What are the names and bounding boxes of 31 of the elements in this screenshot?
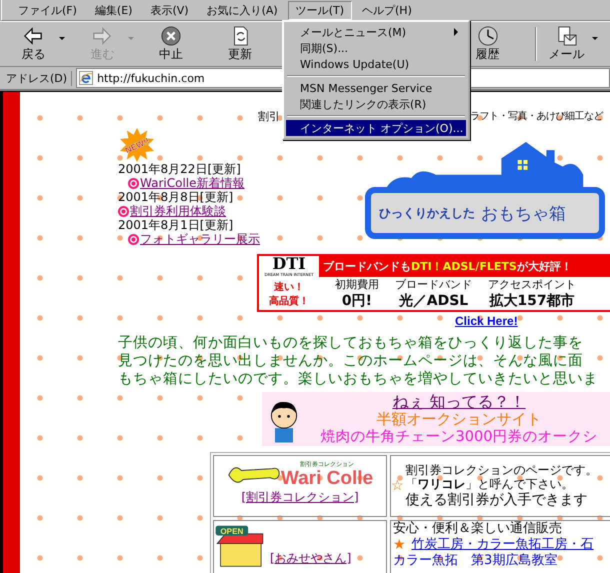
- star-icon: ☆: [391, 478, 404, 494]
- banner-value: 0円!: [342, 292, 372, 310]
- intro-paragraph-line: 見つけたのを思い出しませんか。このホームページは、そんな風に面: [118, 352, 584, 370]
- update-date: 2001年8月22日[更新]: [118, 162, 241, 176]
- banner-value: 光／ADSL: [398, 292, 468, 310]
- banner-tagline: 高品質！: [269, 294, 309, 308]
- banner-value: 拡大157都市: [489, 292, 575, 310]
- update-date: 2001年8月1日[更新]: [118, 218, 234, 232]
- shop-drawing: OPEN: [214, 525, 266, 567]
- address-label: アドレス(D): [6, 70, 72, 86]
- intro-paragraph-line: 子供の頃、何か面白いものを探しておもちゃ箱をひっくり返した事を: [118, 334, 584, 352]
- notice-text: 焼肉の牛角チェーン3000円券のオークシ: [320, 428, 598, 447]
- section-text: 安心・便利＆楽しい通信販売: [393, 521, 563, 537]
- banner-heading: アクセスポイント: [488, 277, 576, 292]
- wari-colle-logo: Wari Colle: [280, 469, 374, 489]
- intro-text: 割引: [258, 108, 280, 124]
- banner-tagline: 速い！: [274, 280, 304, 294]
- intro-paragraph-line: もちゃ箱にしたいのです。楽しいおもちゃを増やしていきたいと思いま: [118, 370, 599, 388]
- logo-text: おもちゃ箱: [481, 202, 566, 224]
- section-text: 使える割引券が入手できます: [406, 491, 589, 509]
- banner-heading: 初期費用: [335, 277, 379, 292]
- logo-text: ひっくりかえした: [379, 204, 475, 222]
- update-date: 2001年8月8日[更新]: [118, 190, 234, 204]
- section-text: 「ワリコレ」と呼んで下さい。: [406, 477, 575, 491]
- notice-text: 半額オークションサイト: [376, 411, 542, 428]
- section-text: カラー魚拓 第3期広島教室: [393, 553, 558, 569]
- banner-heading: ブロードバンド: [395, 277, 472, 292]
- star-icon: ★: [393, 537, 406, 553]
- intro-text: ラフト・写真・あけび細工など: [470, 110, 603, 123]
- section-text: 割引券コレクションのページです。: [406, 463, 598, 477]
- banner-headline: ブロードバンドも DTI！ADSL/FLETSが大好評！: [323, 259, 572, 274]
